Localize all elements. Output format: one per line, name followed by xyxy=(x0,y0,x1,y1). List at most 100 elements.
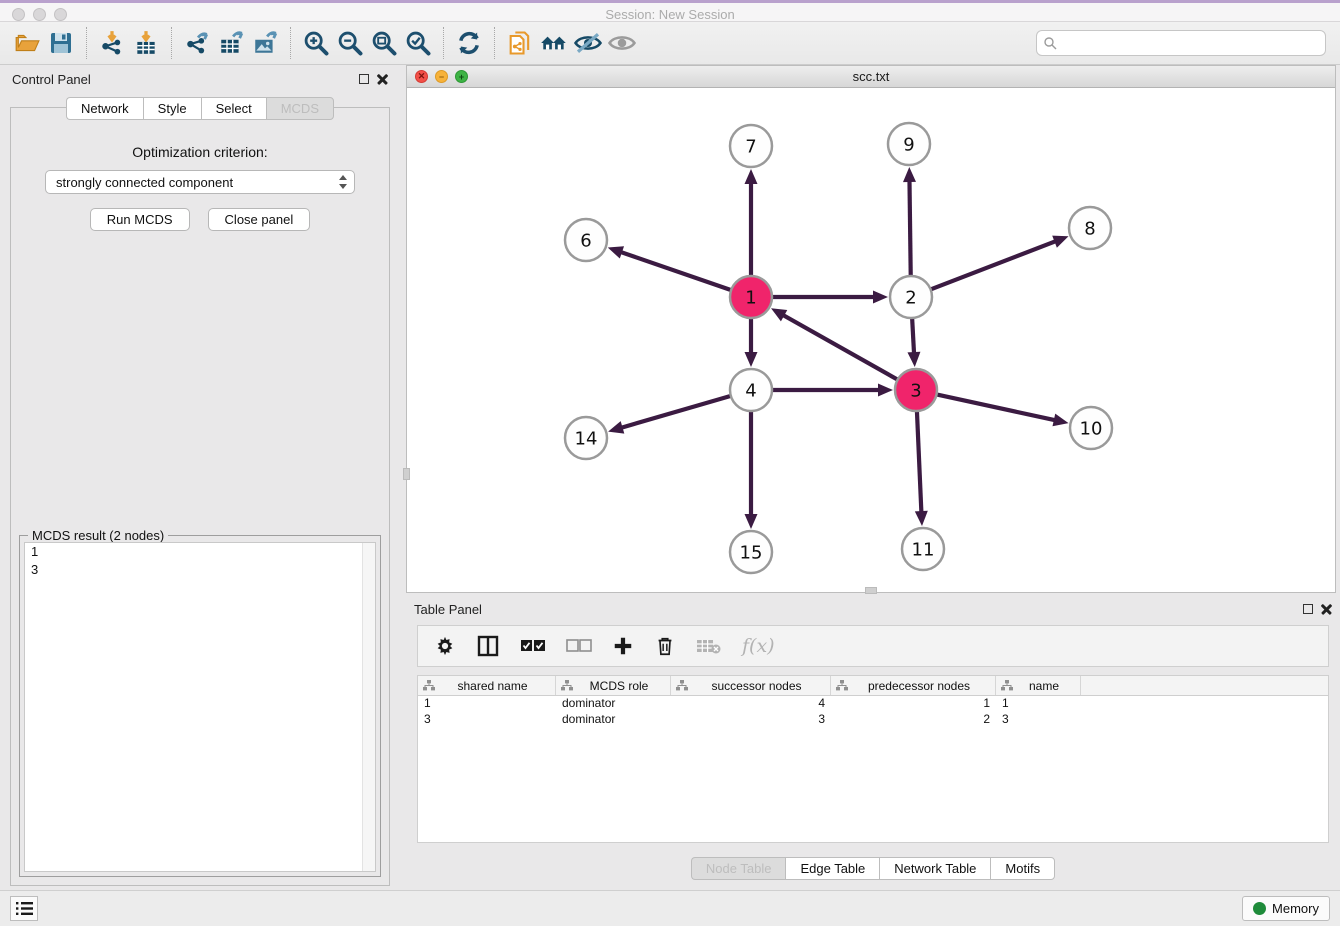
column-header-label: shared name xyxy=(445,679,527,693)
columns-icon xyxy=(476,634,500,658)
edge-arrowhead-icon xyxy=(907,352,920,367)
table-cell[interactable]: 1 xyxy=(831,696,996,712)
table-cell[interactable]: 4 xyxy=(671,696,831,712)
zoom-in-icon xyxy=(302,29,330,57)
create-column-button[interactable] xyxy=(612,631,634,661)
tab-mcds[interactable]: MCDS xyxy=(266,97,334,120)
import-network-button[interactable] xyxy=(95,26,129,60)
table-cell[interactable]: 1 xyxy=(418,696,556,712)
export-network-button[interactable] xyxy=(180,26,214,60)
hierarchy-icon xyxy=(561,680,573,691)
zoom-in-button[interactable] xyxy=(299,26,333,60)
mcds-result-item[interactable]: 3 xyxy=(25,561,375,579)
unselect-all-columns-button[interactable] xyxy=(566,631,592,661)
run-mcds-button[interactable]: Run MCDS xyxy=(90,208,190,231)
close-panel-icon[interactable] xyxy=(377,74,388,85)
open-file-button[interactable] xyxy=(10,26,44,60)
table-settings-button[interactable] xyxy=(434,631,456,661)
result-scrollbar[interactable] xyxy=(362,543,375,871)
criterion-selected-value: strongly connected component xyxy=(52,175,338,190)
graph-edge-4-14[interactable] xyxy=(620,396,731,428)
tab-motifs[interactable]: Motifs xyxy=(990,857,1055,880)
graph-node-label-1: 1 xyxy=(745,287,756,308)
graph-edge-3-10[interactable] xyxy=(937,394,1057,420)
graph-node-label-9: 9 xyxy=(903,134,914,155)
table-cell[interactable]: 3 xyxy=(671,712,831,728)
control-panel: Control Panel Network Style Select MCDS … xyxy=(4,67,396,888)
node-table-header: shared name MCDS rolesuccessor nodesprede… xyxy=(418,676,1328,696)
graph-node-label-6: 6 xyxy=(580,230,591,251)
table-cell[interactable]: 1 xyxy=(996,696,1081,712)
trash-icon xyxy=(654,635,676,657)
export-table-button[interactable] xyxy=(214,26,248,60)
tab-network-table[interactable]: Network Table xyxy=(879,857,990,880)
hide-selected-button[interactable] xyxy=(571,26,605,60)
close-table-panel-icon[interactable] xyxy=(1321,604,1332,615)
close-panel-button[interactable]: Close panel xyxy=(208,208,311,231)
table-row[interactable]: 3dominator323 xyxy=(418,712,1328,728)
column-header[interactable]: name xyxy=(996,676,1081,695)
memory-button[interactable]: Memory xyxy=(1242,896,1330,921)
float-table-panel-icon[interactable] xyxy=(1303,604,1313,614)
splitter-grip-bottom[interactable] xyxy=(865,587,877,594)
search-field[interactable] xyxy=(1036,30,1326,56)
function-builder-button[interactable]: f(x) xyxy=(742,631,775,661)
column-header[interactable]: successor nodes xyxy=(671,676,831,695)
table-panel-tabs: Node Table Edge Table Network Table Moti… xyxy=(406,857,1340,880)
select-all-columns-button[interactable] xyxy=(520,631,546,661)
node-table[interactable]: shared name MCDS rolesuccessor nodesprede… xyxy=(417,675,1329,843)
graph-edge-2-8[interactable] xyxy=(931,241,1058,290)
table-row[interactable]: 1dominator411 xyxy=(418,696,1328,712)
tab-style[interactable]: Style xyxy=(143,97,201,120)
network-window-titlebar[interactable]: ✕ − + scc.txt xyxy=(407,66,1335,88)
graph-edge-1-6[interactable] xyxy=(619,251,731,290)
column-header[interactable]: shared name xyxy=(418,676,556,695)
graph-edge-3-1[interactable] xyxy=(781,314,897,380)
tab-select[interactable]: Select xyxy=(201,97,266,120)
toolbar-separator xyxy=(290,27,291,59)
tab-node-table[interactable]: Node Table xyxy=(691,857,786,880)
table-cell[interactable]: dominator xyxy=(556,696,671,712)
first-neighbors-button[interactable] xyxy=(537,26,571,60)
delete-column-button[interactable] xyxy=(654,631,676,661)
graph-edge-2-3[interactable] xyxy=(912,318,914,355)
show-all-button[interactable] xyxy=(605,26,639,60)
hierarchy-icon xyxy=(423,680,435,691)
splitter-grip-left[interactable] xyxy=(403,468,410,480)
export-image-button[interactable] xyxy=(248,26,282,60)
column-header[interactable]: predecessor nodes xyxy=(831,676,996,695)
float-panel-icon[interactable] xyxy=(359,74,369,84)
mcds-result-list[interactable]: 13 xyxy=(24,542,376,872)
save-session-button[interactable] xyxy=(44,26,78,60)
table-panel-title: Table Panel xyxy=(406,602,1303,617)
delete-table-button[interactable] xyxy=(696,631,722,661)
tab-edge-table[interactable]: Edge Table xyxy=(785,857,879,880)
search-input[interactable] xyxy=(1061,36,1319,51)
zoom-selected-button[interactable] xyxy=(401,26,435,60)
table-cell[interactable]: 3 xyxy=(418,712,556,728)
table-cell[interactable]: 3 xyxy=(996,712,1081,728)
task-history-button[interactable] xyxy=(10,896,38,921)
criterion-select[interactable]: strongly connected component xyxy=(45,170,355,194)
zoom-out-button[interactable] xyxy=(333,26,367,60)
application-window: Session: New Session xyxy=(0,0,1340,926)
refresh-button[interactable] xyxy=(452,26,486,60)
import-table-button[interactable] xyxy=(129,26,163,60)
table-cell[interactable]: dominator xyxy=(556,712,671,728)
zoom-fit-button[interactable] xyxy=(367,26,401,60)
mcds-result-item[interactable]: 1 xyxy=(25,543,375,561)
edge-arrowhead-icon xyxy=(873,291,888,304)
show-column-panel-button[interactable] xyxy=(476,631,500,661)
tab-network[interactable]: Network xyxy=(66,97,143,120)
graph-edge-3-11[interactable] xyxy=(917,411,922,514)
table-panel: Table Panel xyxy=(406,597,1340,888)
checked-boxes-icon xyxy=(520,639,546,653)
table-cell[interactable]: 2 xyxy=(831,712,996,728)
edge-arrowhead-icon xyxy=(903,167,916,182)
column-header[interactable]: MCDS role xyxy=(556,676,671,695)
graph-edge-2-9[interactable] xyxy=(909,179,910,276)
duplicate-network-button[interactable] xyxy=(503,26,537,60)
network-canvas[interactable]: 7968124314101511 xyxy=(407,88,1335,592)
mcds-panel: Optimization criterion: strongly connect… xyxy=(10,107,390,886)
edge-arrowhead-icon xyxy=(608,246,624,258)
